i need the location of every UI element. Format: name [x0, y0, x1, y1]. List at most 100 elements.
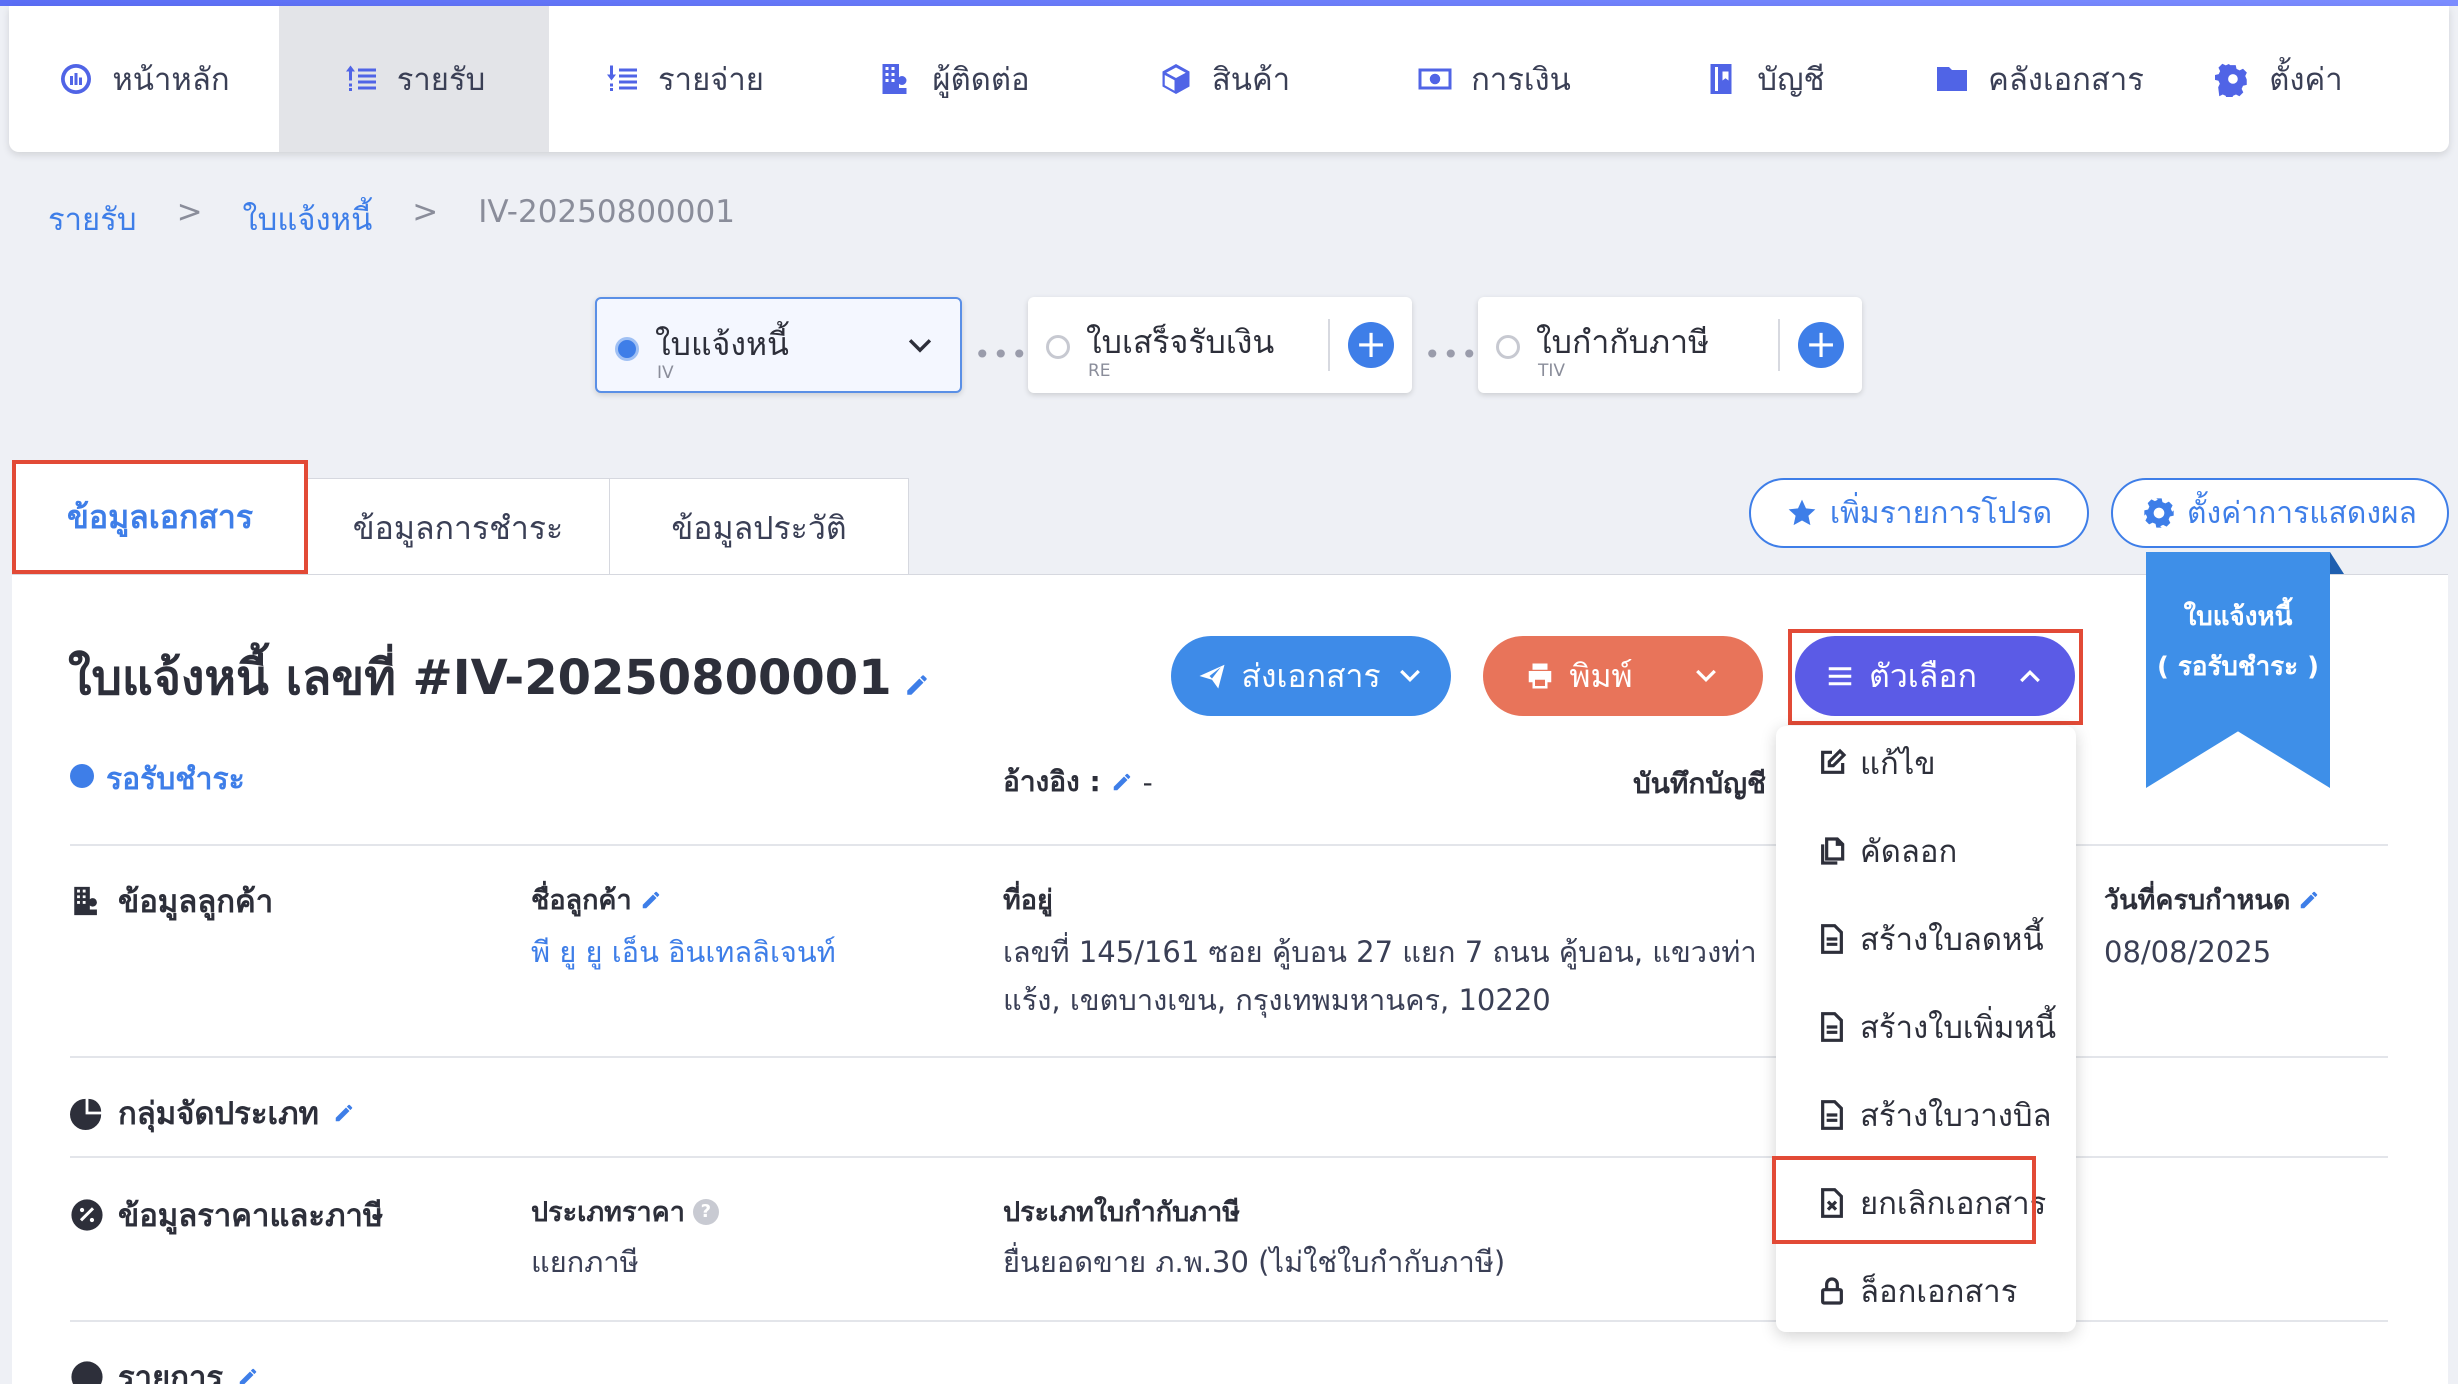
menu-item-billing-note[interactable]: สร้างใบวางบิล [1816, 1090, 2052, 1140]
breadcrumb-income[interactable]: รายรับ [48, 194, 137, 244]
pencil-icon[interactable] [2298, 889, 2320, 911]
customer-name-label: ชื่อลูกค้า [531, 878, 662, 921]
folder-icon [1937, 67, 1968, 91]
nav-item-products[interactable]: สินค้า [1089, 6, 1359, 152]
pencil-icon[interactable] [904, 672, 930, 698]
step-receipt[interactable]: ใบเสร็จรับเงิน RE + [1028, 297, 1412, 393]
step-connector: ••• [974, 338, 1030, 371]
menu-item-label: สร้างใบเพิ่มหนี้ [1860, 1010, 2057, 1046]
step-tax-invoice[interactable]: ใบกำกับภาษี TIV + [1478, 297, 1862, 393]
customer-name-link[interactable]: พี ยู ยู เอ็น อินเทลลิเจนท์ [531, 928, 836, 976]
menu-item-edit[interactable]: แก้ไข [1816, 738, 1936, 788]
menu-item-label: แก้ไข [1860, 746, 1936, 782]
step-code: RE [1088, 361, 1111, 381]
building-icon [74, 886, 97, 916]
nav-item-contacts[interactable]: ผู้ติดต่อ [819, 6, 1089, 152]
step-connector: ••• [1424, 338, 1480, 371]
reference-value: - [1142, 765, 1153, 799]
nav-label: การเงิน [1471, 62, 1571, 98]
address-label: ที่อยู่ [1003, 878, 1053, 921]
field-label: ประเภทราคา [531, 1197, 685, 1228]
field-label: ประเภทใบกำกับภาษี [1003, 1197, 1241, 1228]
display-settings-label: ตั้งค่าการแสดงผล [2187, 495, 2417, 531]
field-label: วันที่ครบกำหนด [2104, 885, 2291, 916]
send-document-button[interactable]: ส่งเอกสาร [1171, 636, 1451, 716]
nav-item-documents[interactable]: คลังเอกสาร [1899, 6, 2179, 152]
menu-item-lock-document[interactable]: ล็อกเอกสาร [1816, 1266, 2017, 1316]
pencil-icon[interactable] [237, 1366, 259, 1384]
nav-item-income[interactable]: รายรับ [279, 6, 549, 152]
items-section-title: รายการ [70, 1352, 259, 1384]
step-label: ใบแจ้งหนี้ [655, 325, 789, 363]
nav-item-settings[interactable]: ตั้งค่า [2179, 6, 2379, 152]
pencil-icon[interactable] [1111, 771, 1133, 793]
printer-icon [1529, 663, 1552, 689]
chevron-down-icon[interactable] [903, 329, 937, 363]
expense-icon [607, 65, 638, 91]
nav-label: หน้าหลัก [112, 62, 230, 98]
breadcrumb-current: IV-20250800001 [478, 194, 735, 230]
nav-item-finance[interactable]: การเงิน [1359, 6, 1629, 152]
address-line-1: เลขที่ 145/161 ซอย คู้บอน 27 แยก 7 ถนน ค… [1003, 935, 1757, 969]
customer-section-title: ข้อมูลลูกค้า [70, 876, 273, 926]
chevron-down-icon [1399, 669, 1420, 683]
tab-document-info[interactable]: ข้อมูลเอกสาร [12, 460, 308, 574]
pencil-icon[interactable] [640, 889, 662, 911]
dashboard-icon [61, 64, 92, 94]
menu-item-label: สร้างใบลดหนี้ [1860, 922, 2044, 958]
document-icon [1821, 924, 1843, 954]
step-label: ใบเสร็จรับเงิน [1086, 323, 1275, 361]
section-label: ข้อมูลลูกค้า [118, 884, 274, 920]
add-tax-invoice-button[interactable]: + [1798, 322, 1844, 368]
breadcrumb-invoice[interactable]: ใบแจ้งหนี้ [243, 194, 373, 244]
product-box-icon [1162, 64, 1190, 94]
step-status-dot [1496, 335, 1520, 359]
income-icon [345, 65, 376, 91]
step-status-dot [615, 337, 639, 361]
breadcrumb-separator: > [176, 194, 203, 230]
document-icon [1821, 1100, 1843, 1130]
add-favorite-button[interactable]: เพิ่มรายการโปรด [1749, 478, 2089, 548]
help-icon[interactable]: ? [692, 1198, 719, 1225]
pencil-icon[interactable] [333, 1102, 355, 1124]
section-label: รายการ [118, 1360, 224, 1384]
nav-label: ตั้งค่า [2269, 62, 2343, 98]
send-label: ส่งเอกสาร [1241, 656, 1381, 695]
print-label: พิมพ์ [1569, 656, 1633, 695]
menu-item-debit-note[interactable]: สร้างใบเพิ่มหนี้ [1816, 1002, 2056, 1052]
nav-item-home[interactable]: หน้าหลัก [9, 6, 279, 152]
display-settings-button[interactable]: ตั้งค่าการแสดงผล [2111, 478, 2449, 548]
nav-label: คลังเอกสาร [1988, 62, 2144, 98]
nav-label: รายจ่าย [658, 62, 764, 98]
percent-badge-icon [71, 1199, 103, 1231]
print-button[interactable]: พิมพ์ [1483, 636, 1763, 716]
add-receipt-button[interactable]: + [1348, 322, 1394, 368]
due-date-label: วันที่ครบกำหนด [2104, 878, 2320, 921]
nav-label: รายรับ [396, 62, 486, 98]
nav-item-accounting[interactable]: บัญชี [1629, 6, 1899, 152]
nav-label: ผู้ติดต่อ [932, 62, 1030, 98]
chevron-down-icon [1695, 669, 1716, 683]
menu-item-copy[interactable]: คัดลอก [1816, 826, 1957, 876]
nav-item-expense[interactable]: รายจ่าย [549, 6, 819, 152]
step-code: IV [657, 363, 674, 383]
menu-item-credit-note[interactable]: สร้างใบลดหนี้ [1816, 914, 2044, 964]
menu-item-label: คัดลอก [1860, 834, 1958, 870]
tab-payment-info[interactable]: ข้อมูลการชำระ [306, 478, 610, 578]
breadcrumb: รายรับ > ใบแจ้งหนี้ > IV-20250800001 [48, 194, 735, 244]
step-invoice[interactable]: ใบแจ้งหนี้ IV [595, 297, 962, 393]
main-nav: หน้าหลัก รายรับ รายจ่าย ผู้ติดต่อ สินค้า… [9, 6, 2449, 152]
pie-chart-icon [70, 1098, 102, 1130]
step-divider [1328, 319, 1330, 371]
category-section-title: กลุ่มจัดประเภท [70, 1088, 355, 1138]
due-date-value: 08/08/2025 [2104, 935, 2272, 969]
options-highlight-box [1788, 629, 2083, 725]
reference-field: อ้างอิง : - [1003, 760, 1153, 804]
tab-history[interactable]: ข้อมูลประวัติ [609, 478, 909, 578]
breadcrumb-separator: > [412, 194, 439, 230]
status-badge: รอรับชำระ [106, 762, 245, 797]
step-code: TIV [1538, 361, 1566, 381]
step-divider [1778, 319, 1780, 371]
document-icon [1821, 1012, 1843, 1042]
star-icon [1788, 499, 1816, 526]
